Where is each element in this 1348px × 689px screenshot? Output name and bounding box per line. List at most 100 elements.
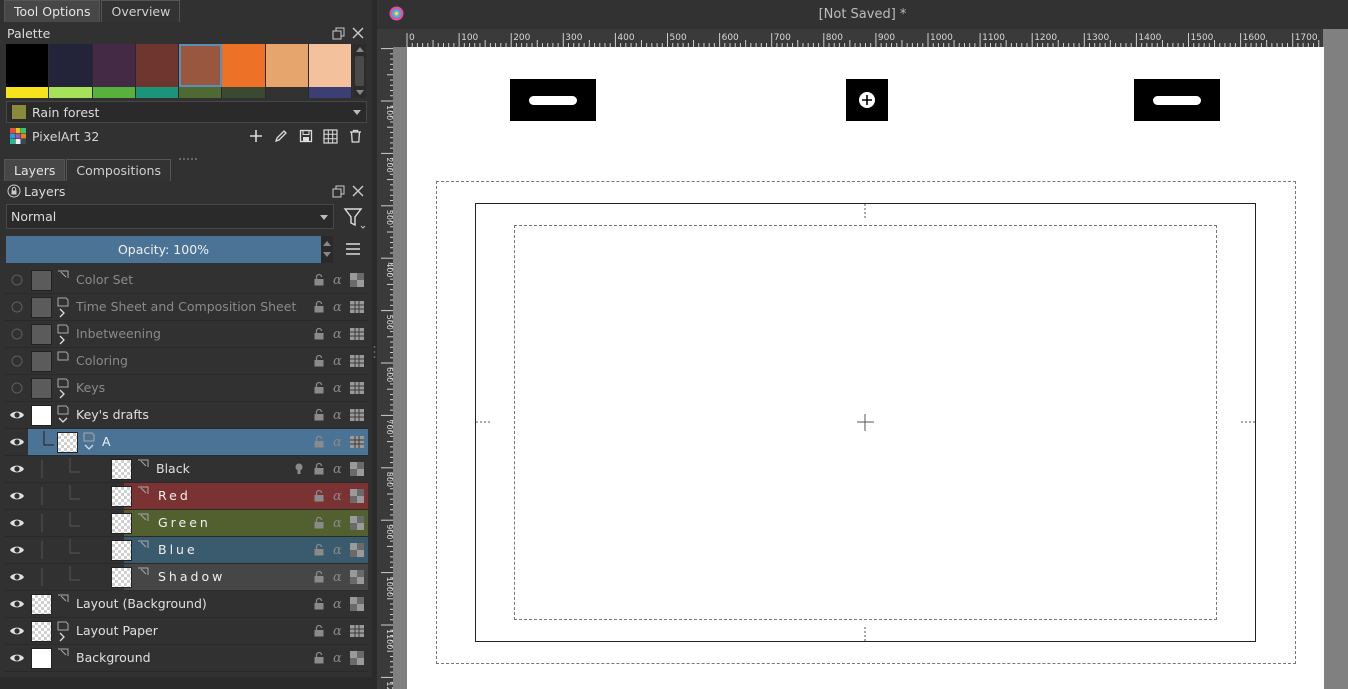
pass-through-icon[interactable] [350, 624, 364, 638]
grid-view-icon[interactable] [318, 125, 343, 147]
visibility-eye-icon[interactable] [9, 651, 25, 665]
visibility-eye-icon[interactable] [9, 543, 25, 557]
palette-swatch[interactable] [179, 44, 223, 87]
layer-row[interactable]: Background α [4, 645, 368, 672]
layer-row[interactable]: Shadow α [4, 564, 368, 591]
layer-row[interactable]: Layout (Background) α [4, 591, 368, 618]
layer-row[interactable]: Color Set α [4, 267, 368, 294]
visibility-eye-icon[interactable] [9, 570, 25, 584]
inherit-alpha-icon[interactable] [350, 273, 364, 287]
visibility-eye-icon[interactable] [9, 516, 25, 530]
pass-through-icon[interactable] [350, 381, 364, 395]
visibility-hidden-icon[interactable] [9, 300, 25, 314]
palette-swatch[interactable] [308, 87, 352, 98]
visibility-hidden-icon[interactable] [9, 381, 25, 395]
palette-group-combo[interactable]: Rain forest [6, 101, 367, 123]
palette-swatch[interactable] [49, 87, 93, 98]
lock-icon[interactable] [313, 381, 327, 395]
trash-icon[interactable] [343, 125, 368, 147]
visibility-eye-icon[interactable] [9, 624, 25, 638]
group-layer-icon[interactable] [57, 404, 69, 426]
pass-through-icon[interactable] [350, 408, 364, 422]
float-docker-icon[interactable] [328, 23, 348, 43]
alpha-lock-icon[interactable]: α [332, 327, 346, 342]
save-palette-icon[interactable] [293, 125, 318, 147]
palette-scrollbar[interactable] [353, 44, 366, 98]
palette-swatch[interactable] [222, 44, 266, 87]
inherit-alpha-icon[interactable] [350, 651, 364, 665]
paint-layer-icon[interactable] [57, 593, 69, 615]
visibility-hidden-icon[interactable] [9, 273, 25, 287]
palette-swatch[interactable] [135, 87, 179, 98]
layer-row[interactable]: Time Sheet and Composition Sheet α [4, 294, 368, 321]
inherit-alpha-icon[interactable] [350, 462, 364, 476]
lock-icon[interactable] [313, 543, 327, 557]
lock-icon[interactable] [313, 300, 327, 314]
pass-through-icon[interactable] [350, 435, 364, 449]
close-docker-icon[interactable] [348, 23, 368, 43]
lock-docker-icon[interactable] [7, 184, 21, 198]
group-layer-icon[interactable] [57, 620, 69, 642]
layer-row[interactable]: Inbetweening α [4, 321, 368, 348]
visibility-hidden-icon[interactable] [9, 327, 25, 341]
edit-pencil-icon[interactable] [268, 125, 293, 147]
group-layer-icon[interactable] [57, 323, 69, 345]
lock-icon[interactable] [313, 489, 327, 503]
visibility-eye-icon[interactable] [9, 597, 25, 611]
alpha-lock-icon[interactable]: α [332, 516, 346, 531]
palette-swatch[interactable] [179, 87, 223, 98]
hamburger-menu-icon[interactable] [344, 241, 362, 257]
alpha-lock-icon[interactable]: α [332, 543, 346, 558]
paint-layer-icon[interactable] [137, 485, 149, 507]
opacity-slider[interactable]: Opacity: 100% [6, 236, 321, 263]
layer-row[interactable]: Black α [4, 456, 368, 483]
alpha-lock-icon[interactable]: α [332, 651, 346, 666]
pass-through-icon[interactable] [350, 300, 364, 314]
horizontal-ruler[interactable]: 0 100 200 300 400 500 600 700 800 900 1000 1100 1200… [393, 29, 1323, 47]
palette-swatch[interactable] [308, 44, 352, 87]
close-docker-icon[interactable] [348, 181, 368, 201]
lock-icon[interactable] [313, 651, 327, 665]
layer-row[interactable]: Coloring α [4, 348, 368, 375]
group-layer-icon[interactable] [83, 431, 95, 453]
layer-row[interactable]: Keys α [4, 375, 368, 402]
paint-layer-icon[interactable] [137, 512, 149, 534]
onion-skin-icon[interactable] [294, 462, 308, 476]
canvas-paper[interactable] [407, 47, 1324, 689]
paint-layer-icon[interactable] [137, 566, 149, 588]
visibility-hidden-icon[interactable] [9, 354, 25, 368]
opacity-spinner[interactable] [321, 236, 333, 263]
lock-icon[interactable] [313, 354, 327, 368]
visibility-eye-icon[interactable] [9, 408, 25, 422]
blend-mode-select[interactable]: Normal [6, 204, 334, 229]
visibility-eye-icon[interactable] [9, 489, 25, 503]
paint-layer-icon[interactable] [57, 269, 69, 291]
tab-compositions[interactable]: Compositions [66, 159, 171, 181]
lock-icon[interactable] [313, 408, 327, 422]
layer-row[interactable]: Red α [4, 483, 368, 510]
alpha-lock-icon[interactable]: α [332, 273, 346, 288]
palette-swatch[interactable] [135, 44, 179, 87]
inherit-alpha-icon[interactable] [350, 516, 364, 530]
alpha-lock-icon[interactable]: α [332, 570, 346, 585]
pass-through-icon[interactable] [350, 327, 364, 341]
palette-swatch[interactable] [49, 44, 93, 87]
lock-icon[interactable] [313, 570, 327, 584]
palette-swatch[interactable] [265, 44, 309, 87]
layer-row[interactable]: Blue α [4, 537, 368, 564]
alpha-lock-icon[interactable]: α [332, 435, 346, 450]
lock-icon[interactable] [313, 273, 327, 287]
resize-grip-icon[interactable] [178, 150, 198, 160]
palette-swatch[interactable] [222, 87, 266, 98]
layer-row[interactable]: Key's drafts α [4, 402, 368, 429]
paint-layer-icon[interactable] [57, 647, 69, 669]
layer-row[interactable]: Green α [4, 510, 368, 537]
visibility-eye-icon[interactable] [9, 435, 25, 449]
group-layer-icon[interactable] [57, 296, 69, 318]
palette-swatch[interactable] [92, 44, 136, 87]
alpha-lock-icon[interactable]: α [332, 624, 346, 639]
lock-icon[interactable] [313, 327, 327, 341]
alpha-lock-icon[interactable]: α [332, 408, 346, 423]
inherit-alpha-icon[interactable] [350, 489, 364, 503]
tab-overview[interactable]: Overview [101, 0, 181, 22]
